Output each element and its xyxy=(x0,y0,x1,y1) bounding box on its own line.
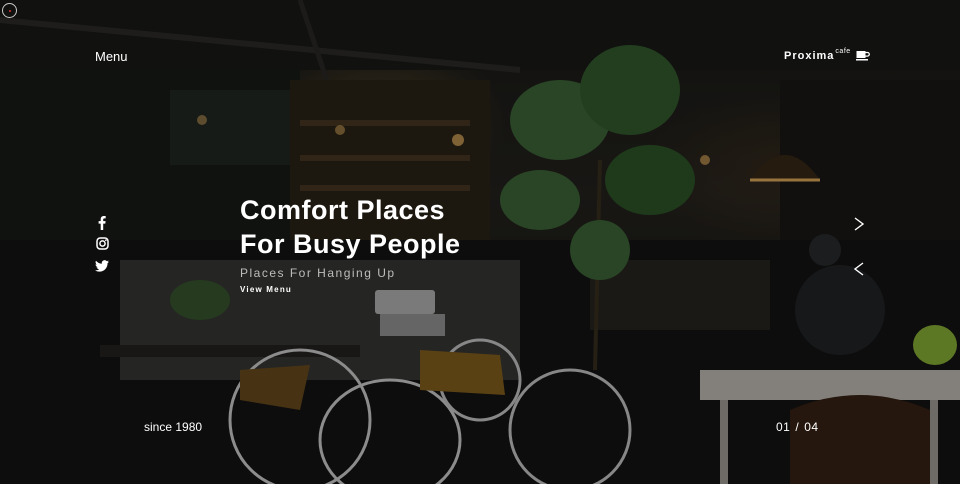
slide-counter: 01 / 04 xyxy=(776,420,819,434)
brand-logo[interactable]: Proxima cafe xyxy=(784,48,870,64)
hero-slide: Menu Proxima cafe Comfort Places For Bus… xyxy=(0,0,960,484)
facebook-icon xyxy=(98,215,106,235)
next-slide-button[interactable] xyxy=(852,216,866,232)
hero-title: Comfort Places For Busy People xyxy=(240,193,461,261)
twitter-link[interactable] xyxy=(94,260,110,276)
facebook-link[interactable] xyxy=(94,215,110,235)
coffee-cup-icon xyxy=(855,50,870,64)
chevron-left-icon xyxy=(852,262,866,281)
twitter-icon xyxy=(95,259,109,277)
hero-subtitle: Places For Hanging Up xyxy=(240,266,396,280)
brand-name: Proxima xyxy=(784,50,835,62)
view-menu-link[interactable]: View Menu xyxy=(240,285,292,294)
since-label: since 1980 xyxy=(144,420,203,434)
instagram-icon xyxy=(95,237,109,255)
background-overlay xyxy=(0,0,960,484)
slide-current: 01 xyxy=(776,420,791,434)
slide-total: 04 xyxy=(804,420,819,434)
cursor-indicator xyxy=(2,3,17,18)
chevron-right-icon xyxy=(852,217,866,236)
hero-title-line-2: For Busy People xyxy=(240,229,461,259)
prev-slide-button[interactable] xyxy=(852,261,866,277)
slide-separator: / xyxy=(795,420,800,434)
instagram-link[interactable] xyxy=(94,237,110,255)
hero-title-line-1: Comfort Places xyxy=(240,195,446,225)
brand-suffix: cafe xyxy=(835,48,851,55)
menu-button[interactable]: Menu xyxy=(95,49,128,64)
